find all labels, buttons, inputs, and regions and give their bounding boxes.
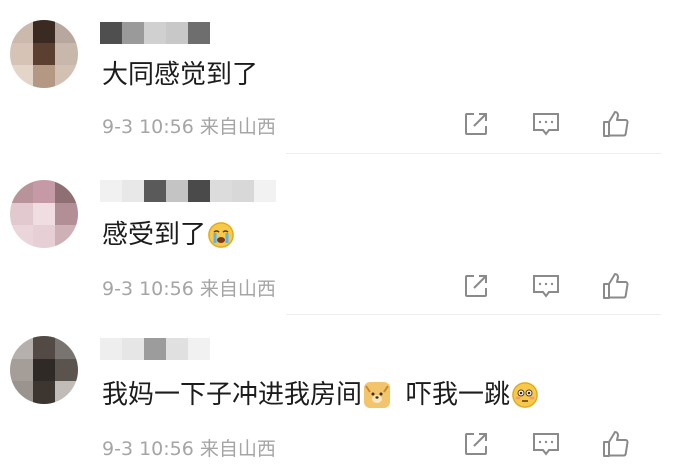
comment-item: 大同感觉到了 9-3 10:56 来自山西	[0, 0, 677, 154]
username-mosaic-cell	[254, 180, 276, 202]
comment-actions	[460, 270, 632, 302]
username-mosaic-cell	[122, 338, 144, 360]
username-mosaic-cell	[188, 180, 210, 202]
comment-text-body: 大同感觉到了	[102, 60, 259, 90]
comment-meta: 9-3 10:56 来自山西	[102, 274, 276, 301]
like-button[interactable]	[600, 270, 632, 302]
comment-meta: 9-3 10:56 来自山西	[102, 434, 276, 461]
username-obscured[interactable]	[100, 180, 276, 202]
comment-date: 9-3 10:56	[102, 116, 194, 138]
share-button[interactable]	[460, 108, 492, 140]
avatar-mosaic-cell	[55, 180, 78, 203]
avatar-mosaic-cell	[32, 225, 56, 248]
comment-item: 我妈一下子冲进我房间 吓我一跳 9-3 10:56 来自山西	[0, 320, 677, 470]
username-mosaic-cell	[166, 180, 188, 202]
avatar-mosaic-cell	[10, 42, 33, 66]
dog-face-icon	[364, 382, 391, 408]
comment-icon	[533, 113, 559, 136]
avatar-mosaic-cell	[10, 202, 33, 226]
avatar-mosaic-cell	[55, 65, 78, 88]
avatar-mosaic-cell	[10, 336, 33, 359]
avatar-mosaic-cell	[10, 225, 33, 248]
avatar-mosaic-cell	[32, 358, 56, 382]
username-mosaic-cell	[188, 338, 210, 360]
avatar-mosaic-cell	[32, 336, 56, 359]
avatar-mosaic-cell	[55, 42, 78, 66]
avatar-mosaic-cell	[10, 381, 33, 404]
comment-actions	[460, 428, 632, 460]
comment-text: 我妈一下子冲进我房间 吓我一跳	[102, 378, 540, 412]
like-icon	[603, 431, 629, 457]
share-icon	[465, 113, 487, 135]
avatar-mosaic-cell	[55, 20, 78, 43]
username-mosaic-cell	[100, 338, 122, 360]
username-obscured[interactable]	[100, 338, 210, 360]
comment-location: 来自山西	[199, 438, 276, 460]
avatar-mosaic-cell	[10, 358, 33, 382]
comment-text-body-continued: 吓我一跳	[406, 380, 511, 410]
comment-meta: 9-3 10:56 来自山西	[102, 112, 276, 139]
username-mosaic-cell	[166, 338, 188, 360]
divider	[286, 153, 661, 154]
avatar-mosaic-cell	[10, 20, 33, 43]
avatar[interactable]	[10, 20, 78, 88]
username-mosaic-cell	[144, 338, 166, 360]
like-icon	[603, 273, 629, 299]
comment-location: 来自山西	[199, 116, 276, 138]
username-mosaic-cell	[122, 180, 144, 202]
avatar-mosaic-cell	[55, 336, 78, 359]
crying-face-icon	[208, 222, 235, 248]
comment-icon	[533, 433, 559, 456]
comment-actions	[460, 108, 632, 140]
comment-location: 来自山西	[199, 278, 276, 300]
avatar-mosaic-cell	[55, 225, 78, 248]
comment-icon	[533, 275, 559, 298]
avatar-mosaic-cell	[32, 202, 56, 226]
reply-button[interactable]	[530, 428, 562, 460]
avatar-mosaic-cell	[32, 381, 56, 404]
like-icon	[603, 111, 629, 137]
share-icon	[465, 275, 487, 297]
avatar-mosaic-cell	[32, 180, 56, 203]
comment-date: 9-3 10:56	[102, 438, 194, 460]
avatar-mosaic-cell	[55, 202, 78, 226]
comment-item: 感受到了 9-3 10:56 来自山西	[0, 160, 677, 315]
avatar-mosaic-cell	[10, 65, 33, 88]
reply-button[interactable]	[530, 108, 562, 140]
avatar-mosaic-cell	[32, 42, 56, 66]
username-mosaic-cell	[210, 180, 232, 202]
username-mosaic-cell	[100, 22, 122, 44]
like-button[interactable]	[600, 428, 632, 460]
comment-text-body: 我妈一下子冲进我房间	[102, 380, 363, 410]
avatar-mosaic-cell	[10, 180, 33, 203]
username-mosaic-cell	[188, 22, 210, 44]
avatar[interactable]	[10, 180, 78, 248]
username-mosaic-cell	[232, 180, 254, 202]
share-icon	[465, 433, 487, 455]
comment-text-body: 感受到了	[102, 220, 207, 250]
username-mosaic-cell	[166, 22, 188, 44]
like-button[interactable]	[600, 108, 632, 140]
share-button[interactable]	[460, 270, 492, 302]
avatar-mosaic-cell	[55, 358, 78, 382]
avatar[interactable]	[10, 336, 78, 404]
comment-text: 大同感觉到了	[102, 58, 258, 92]
avatar-mosaic-cell	[32, 65, 56, 88]
flushed-face-icon	[512, 382, 539, 408]
divider	[286, 314, 661, 315]
username-mosaic-cell	[144, 22, 166, 44]
username-mosaic-cell	[144, 180, 166, 202]
username-obscured[interactable]	[100, 22, 210, 44]
avatar-mosaic-cell	[32, 20, 56, 43]
share-button[interactable]	[460, 428, 492, 460]
comment-date: 9-3 10:56	[102, 278, 194, 300]
avatar-mosaic-cell	[55, 381, 78, 404]
comment-text: 感受到了	[102, 218, 236, 252]
username-mosaic-cell	[122, 22, 144, 44]
username-mosaic-cell	[100, 180, 122, 202]
reply-button[interactable]	[530, 270, 562, 302]
